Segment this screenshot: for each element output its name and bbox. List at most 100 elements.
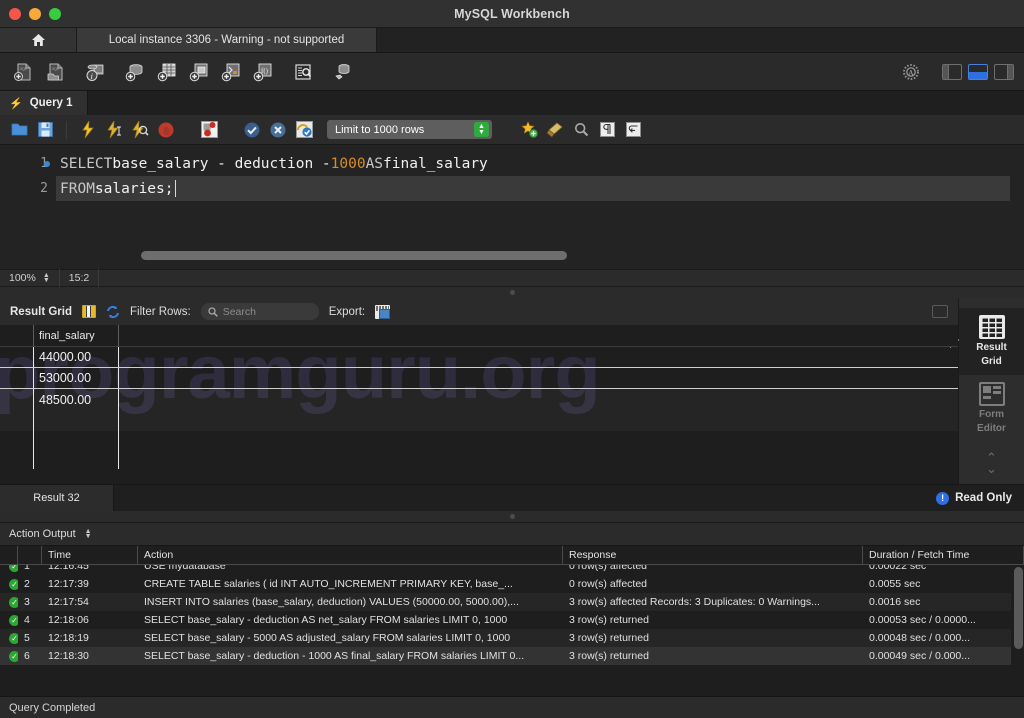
column-header-response[interactable]: Response	[563, 546, 863, 564]
home-tab[interactable]	[0, 28, 77, 52]
sidebar-item-form-editor[interactable]: Form Editor	[959, 375, 1024, 442]
row-limit-stepper[interactable]: ▲ ▼	[474, 122, 489, 137]
table-row[interactable]: 44000.00	[0, 347, 958, 368]
sidebar-item-result-grid[interactable]: Result Grid	[958, 308, 1024, 375]
zoom-stepper-icon[interactable]: ▲ ▼	[43, 272, 50, 284]
rollback-transaction-button[interactable]	[267, 119, 289, 141]
open-script-button[interactable]	[8, 119, 30, 141]
execute-statement-button[interactable]	[77, 119, 99, 141]
find-button[interactable]	[570, 119, 592, 141]
table-row[interactable]: ✓ 2 12:17:39 CREATE TABLE salaries ( id …	[0, 575, 1024, 593]
grid-cell-empty[interactable]	[34, 410, 119, 431]
splitter-grip	[509, 290, 515, 295]
line-number: 2	[40, 181, 48, 196]
maximize-button[interactable]	[49, 7, 61, 20]
row-number	[0, 368, 34, 388]
zoom-control[interactable]: 100% ▲ ▼	[0, 269, 60, 287]
action-output-scrollbar[interactable]	[1011, 565, 1024, 696]
check-icon: ✓	[9, 565, 18, 572]
table-row-selected[interactable]: ✓ 6 12:18:30 SELECT base_salary - deduct…	[0, 647, 1024, 665]
result-tab-right-area: ! Read Only	[114, 485, 1024, 511]
row-duration: 0.00048 sec / 0.000...	[869, 632, 970, 644]
add-snippet-button[interactable]	[518, 119, 540, 141]
table-row[interactable]: ✓ 3 12:17:54 INSERT INTO salaries (base_…	[0, 593, 1024, 611]
gear-icon[interactable]: A	[898, 59, 924, 85]
new-sql-file-button[interactable]: SQL	[10, 59, 36, 85]
refresh-icon[interactable]	[106, 305, 120, 319]
beautify-query-button[interactable]	[544, 119, 566, 141]
grid-cell[interactable]: 53000.00	[34, 368, 119, 388]
sql-editor[interactable]: 1 2 SELECT base_salary - deduction - 100…	[0, 145, 1024, 269]
table-row-placeholder[interactable]	[0, 410, 958, 431]
execute-current-statement-button[interactable]	[103, 119, 125, 141]
check-icon: ✓	[9, 632, 18, 644]
inspect-table-button[interactable]	[290, 59, 316, 85]
home-icon	[31, 33, 46, 47]
toggle-output-button[interactable]	[968, 63, 988, 80]
close-button[interactable]	[9, 7, 21, 20]
reconnect-server-button[interactable]	[330, 59, 356, 85]
toggle-invisible-chars-button[interactable]	[596, 119, 618, 141]
svg-text:A: A	[908, 69, 913, 77]
panel-scroll-chevrons-icon[interactable]: ⌃ ⌄	[986, 451, 997, 475]
create-view-button[interactable]	[186, 59, 212, 85]
server-status-button[interactable]: i	[82, 59, 108, 85]
table-row[interactable]: ✓ 4 12:18:06 SELECT base_salary - deduct…	[0, 611, 1024, 629]
toggle-word-wrap-button[interactable]	[622, 119, 644, 141]
column-header-time[interactable]: Time	[42, 546, 138, 564]
save-script-button[interactable]	[34, 119, 56, 141]
row-status: ✓	[0, 647, 18, 665]
row-number	[0, 347, 34, 367]
export-icon[interactable]	[375, 304, 391, 319]
column-header-action[interactable]: Action	[138, 546, 563, 564]
stop-execution-button[interactable]	[155, 119, 177, 141]
toggle-secondary-sidebar-button[interactable]	[994, 63, 1014, 80]
column-header-duration[interactable]: Duration / Fetch Time	[863, 546, 1024, 564]
table-row[interactable]: 53000.00	[0, 368, 958, 389]
table-row[interactable]: ✓ 1 12:16:45 USE mydatabase 0 row(s) aff…	[0, 565, 1024, 575]
create-schema-button[interactable]	[122, 59, 148, 85]
row-response: 3 row(s) returned	[569, 614, 649, 626]
create-table-button[interactable]	[154, 59, 180, 85]
result-grid[interactable]: programguru.org final_salary 44000.00 53…	[0, 325, 958, 484]
result-grid-icon	[978, 315, 1005, 339]
check-icon: ✓	[9, 650, 18, 662]
row-limit-select[interactable]: Limit to 1000 rows ▲ ▼	[327, 120, 492, 139]
status-message: Query Completed	[9, 701, 96, 714]
action-output-table: Time Action Response Duration / Fetch Ti…	[0, 546, 1024, 696]
search-input[interactable]: Search	[200, 303, 319, 320]
grid-cell[interactable]: 44000.00	[34, 347, 119, 367]
result-tab[interactable]: Result 32	[0, 485, 114, 511]
grid-cell[interactable]: 48500.00	[34, 389, 119, 410]
export-label: Export:	[328, 305, 366, 318]
query-tab-query-1[interactable]: ⚡ Query 1	[0, 91, 88, 115]
explain-statement-button[interactable]	[129, 119, 151, 141]
table-row[interactable]: 48500.00	[0, 389, 958, 410]
commit-transaction-button[interactable]	[241, 119, 263, 141]
create-procedure-button[interactable]	[218, 59, 244, 85]
sidebar-item-label: Form	[979, 409, 1004, 420]
statement-marker-icon	[44, 160, 50, 167]
grid-column-header[interactable]: final_salary	[34, 325, 119, 346]
result-output-splitter[interactable]	[0, 511, 1024, 522]
connection-tab[interactable]: Local instance 3306 - Warning - not supp…	[77, 28, 377, 52]
minimize-button[interactable]	[29, 7, 41, 20]
open-sql-file-button[interactable]: SQL	[42, 59, 68, 85]
row-duration: 0.00022 sec	[869, 565, 927, 572]
editor-vertical-scrollbar[interactable]	[1010, 145, 1024, 269]
editor-hscroll-thumb[interactable]	[141, 251, 567, 260]
toggle-stop-on-error-button[interactable]	[198, 119, 220, 141]
table-row[interactable]: ✓ 5 12:18:19 SELECT base_salary - 5000 A…	[0, 629, 1024, 647]
toggle-sidebar-button[interactable]	[942, 63, 962, 80]
editor-code-area[interactable]: SELECT base_salary - deduction - 1000 AS…	[56, 145, 1024, 269]
filter-rows-label: Filter Rows:	[129, 305, 191, 318]
editor-result-splitter[interactable]	[0, 287, 1024, 298]
toggle-field-panel-button[interactable]	[932, 305, 948, 318]
action-output-dropdown-icon[interactable]: ▲ ▼	[85, 528, 92, 540]
toggle-autocommit-button[interactable]	[293, 119, 315, 141]
create-function-button[interactable]: f()	[250, 59, 276, 85]
row-duration: 0.00053 sec / 0.0000...	[869, 614, 976, 626]
grid-view-icon[interactable]	[81, 305, 96, 318]
editor-horizontal-scrollbar[interactable]	[112, 251, 1010, 260]
action-output-scroll-thumb[interactable]	[1014, 567, 1023, 649]
